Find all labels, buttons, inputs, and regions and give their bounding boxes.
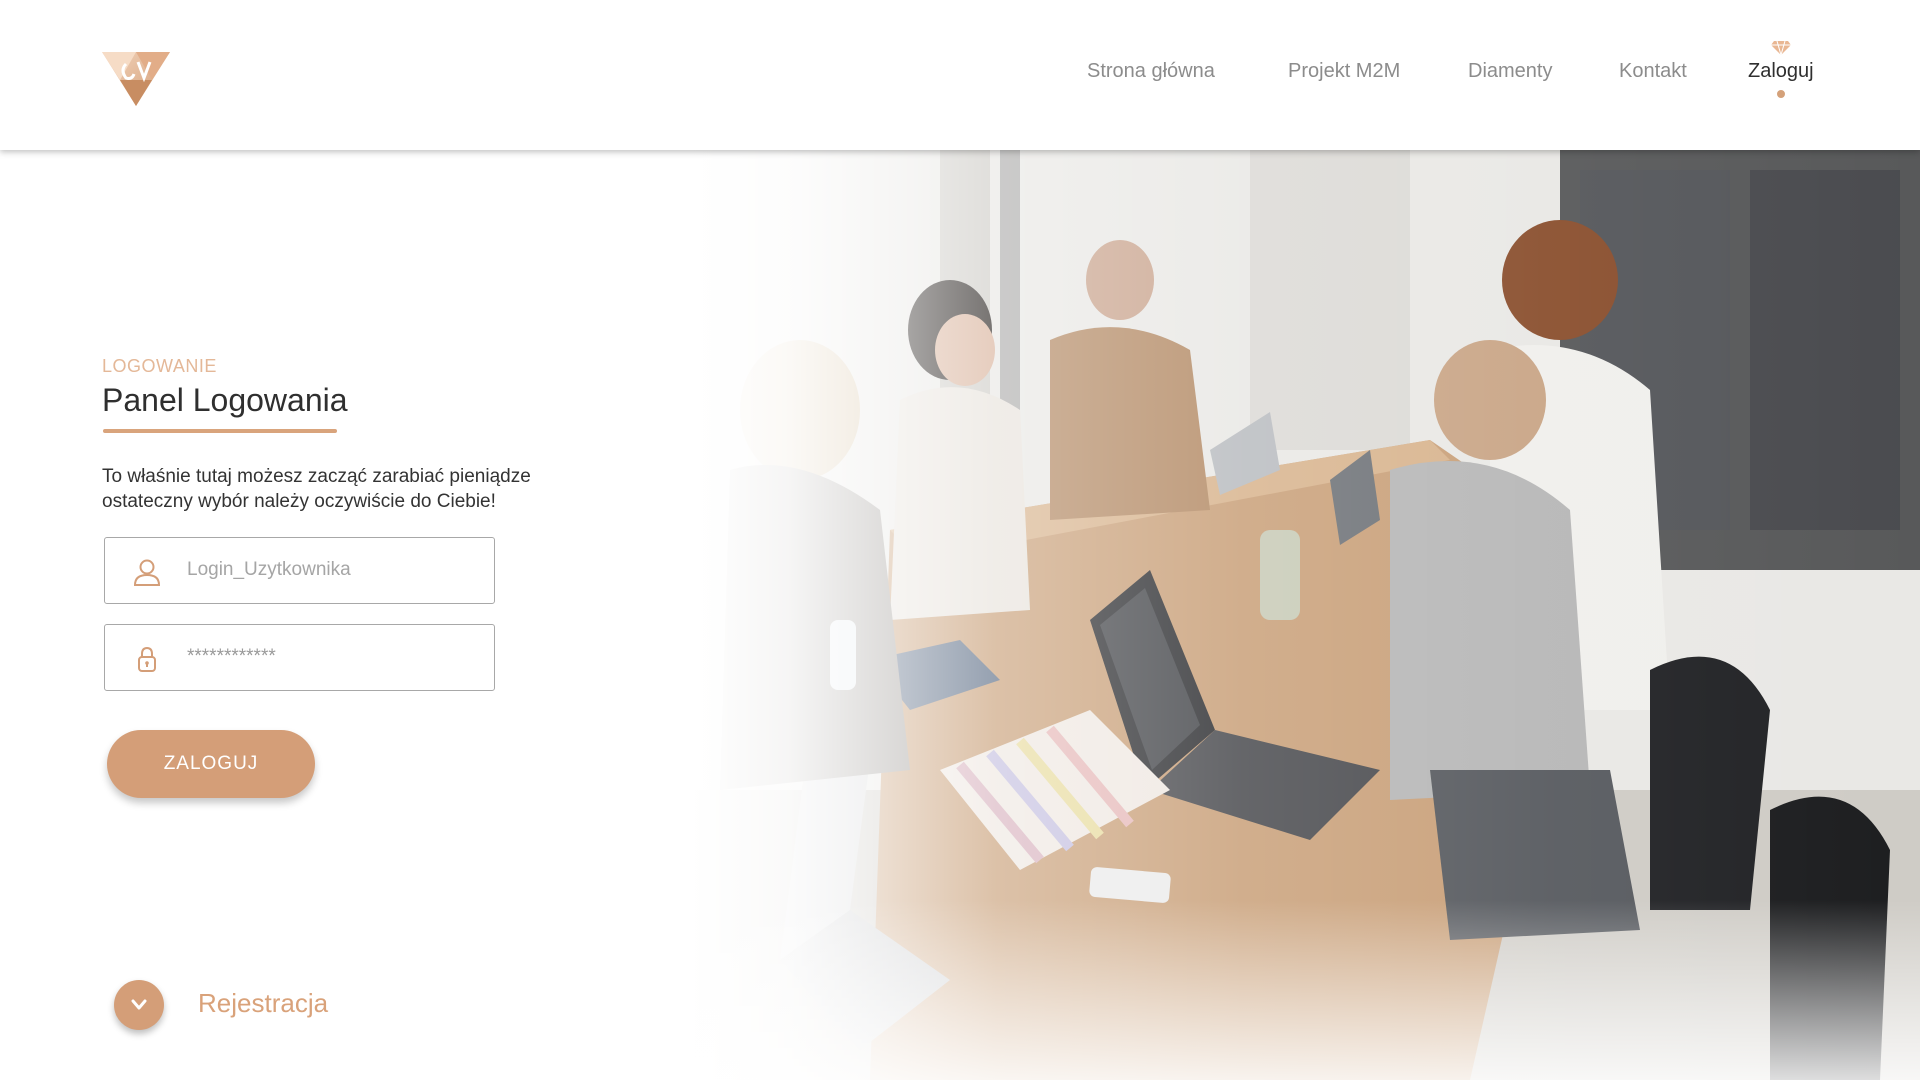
description-text: To właśnie tutaj możesz zacząć zarabiać …: [102, 464, 622, 514]
active-indicator-dot: [1776, 90, 1785, 98]
login-button[interactable]: ZALOGUJ: [107, 730, 315, 798]
nav-item-login[interactable]: Zaloguj: [1748, 40, 1814, 98]
register-link[interactable]: Rejestracja: [198, 988, 328, 1019]
lock-icon: [133, 645, 161, 673]
password-input[interactable]: [187, 625, 477, 689]
description-line-2: ostateczny wybór należy oczywiście do Ci…: [102, 491, 496, 512]
top-header: Strona główna Projekt M2M Diamenty Konta…: [0, 0, 1920, 150]
username-field: [104, 537, 495, 604]
nav-item-diamonds[interactable]: Diamenty: [1468, 60, 1552, 83]
nav-item-contact[interactable]: Kontakt: [1619, 60, 1687, 83]
nav-item-home[interactable]: Strona główna: [1087, 60, 1215, 83]
hero-background-photo: [690, 150, 1920, 1080]
register-toggle-button[interactable]: [114, 980, 164, 1030]
username-input[interactable]: [187, 538, 477, 602]
hero-fade-bottom: [690, 900, 1920, 1080]
title-underline: [103, 429, 337, 433]
user-icon: [133, 558, 161, 586]
page-title: Panel Logowania: [102, 382, 348, 418]
main-navigation: Strona główna Projekt M2M Diamenty Konta…: [0, 40, 1920, 100]
chevron-down-icon: [131, 999, 147, 1010]
description-line-1: To właśnie tutaj możesz zacząć zarabiać …: [102, 466, 531, 487]
nav-item-project-m2m[interactable]: Projekt M2M: [1288, 60, 1400, 83]
section-eyebrow: LOGOWANIE: [102, 356, 217, 376]
password-field: [104, 624, 495, 691]
diamond-icon: [1770, 39, 1792, 57]
nav-item-login-label: Zaloguj: [1748, 60, 1814, 82]
